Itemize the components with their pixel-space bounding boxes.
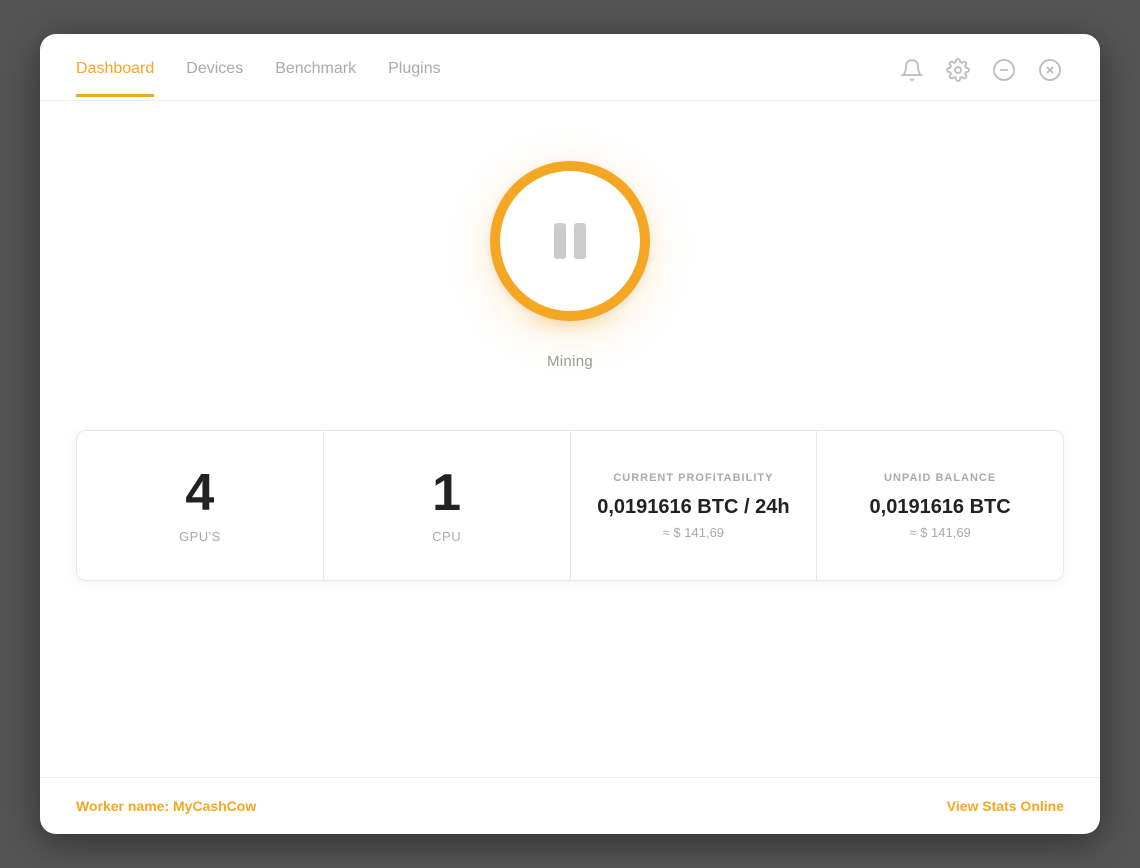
stats-row: 4 GPU'S 1 CPU CURRENT PROFITABILITY 0,01… [76, 430, 1064, 581]
app-window: Dashboard Devices Benchmark Plugins [40, 34, 1100, 834]
profitability-label: CURRENT PROFITABILITY [613, 472, 773, 484]
pause-bar-right [574, 223, 586, 259]
balance-sub: ≈ $ 141,69 [909, 525, 970, 540]
stat-card-cpu: 1 CPU [324, 431, 571, 580]
mining-button-wrapper: Mining [490, 161, 650, 370]
tab-devices[interactable]: Devices [186, 60, 243, 97]
header-actions [898, 56, 1064, 100]
cpu-count: 1 [432, 467, 461, 519]
bell-icon[interactable] [898, 56, 926, 84]
footer: Worker name: MyCashCow View Stats Online [40, 777, 1100, 834]
balance-value: 0,0191616 BTC [870, 496, 1011, 519]
worker-name: Worker name: MyCashCow [76, 798, 256, 814]
profitability-value: 0,0191616 BTC / 24h [597, 496, 789, 519]
stat-card-balance: UNPAID BALANCE 0,0191616 BTC ≈ $ 141,69 [817, 431, 1063, 580]
balance-label: UNPAID BALANCE [884, 472, 996, 484]
main-content: Mining 4 GPU'S 1 CPU CURRENT PROFITABILI… [40, 101, 1100, 777]
cpu-unit: CPU [432, 529, 461, 544]
stat-card-profitability: CURRENT PROFITABILITY 0,0191616 BTC / 24… [571, 431, 818, 580]
pause-bar-left [554, 223, 566, 259]
header: Dashboard Devices Benchmark Plugins [40, 34, 1100, 101]
worker-prefix: Worker name: [76, 798, 173, 814]
minimize-icon[interactable] [990, 56, 1018, 84]
mining-status-label: Mining [547, 353, 593, 370]
close-icon[interactable] [1036, 56, 1064, 84]
gpu-count: 4 [185, 467, 214, 519]
nav-tabs: Dashboard Devices Benchmark Plugins [76, 60, 441, 97]
tab-dashboard[interactable]: Dashboard [76, 60, 154, 97]
gear-icon[interactable] [944, 56, 972, 84]
tab-plugins[interactable]: Plugins [388, 60, 440, 97]
pause-icon [554, 223, 586, 259]
worker-name-value: MyCashCow [173, 798, 256, 814]
gpu-unit: GPU'S [179, 529, 221, 544]
mining-toggle-button[interactable] [490, 161, 650, 321]
view-stats-link[interactable]: View Stats Online [947, 798, 1064, 814]
stat-card-gpus: 4 GPU'S [77, 431, 324, 580]
tab-benchmark[interactable]: Benchmark [275, 60, 356, 97]
profitability-sub: ≈ $ 141,69 [663, 525, 724, 540]
